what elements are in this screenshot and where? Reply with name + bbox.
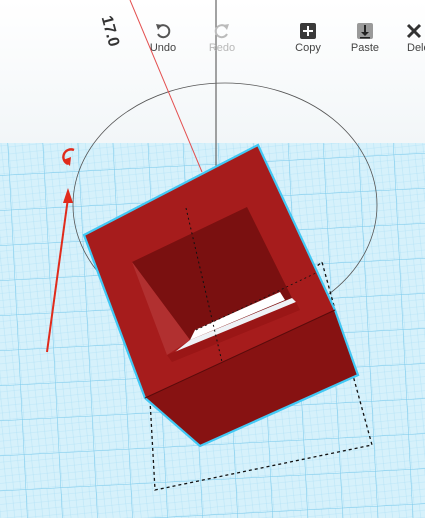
copy-icon xyxy=(300,23,316,39)
redo-button[interactable]: Redo xyxy=(194,22,250,54)
redo-label: Redo xyxy=(208,42,236,54)
copy-button[interactable]: Copy xyxy=(280,22,336,54)
workplane-viewport[interactable] xyxy=(0,0,425,518)
redo-icon xyxy=(214,24,229,39)
undo-button[interactable]: Undo xyxy=(135,22,191,54)
delete-label: Dele xyxy=(407,42,425,54)
paste-label: Paste xyxy=(350,42,380,54)
paste-button[interactable]: Paste xyxy=(337,22,393,54)
delete-button[interactable]: Dele xyxy=(395,22,425,54)
undo-icon xyxy=(156,24,171,39)
copy-label: Copy xyxy=(295,42,321,54)
undo-label: Undo xyxy=(149,42,177,54)
edit-toolbar: Undo Redo Copy Paste Dele xyxy=(0,0,425,70)
delete-icon xyxy=(406,23,422,39)
paste-icon xyxy=(357,23,373,39)
